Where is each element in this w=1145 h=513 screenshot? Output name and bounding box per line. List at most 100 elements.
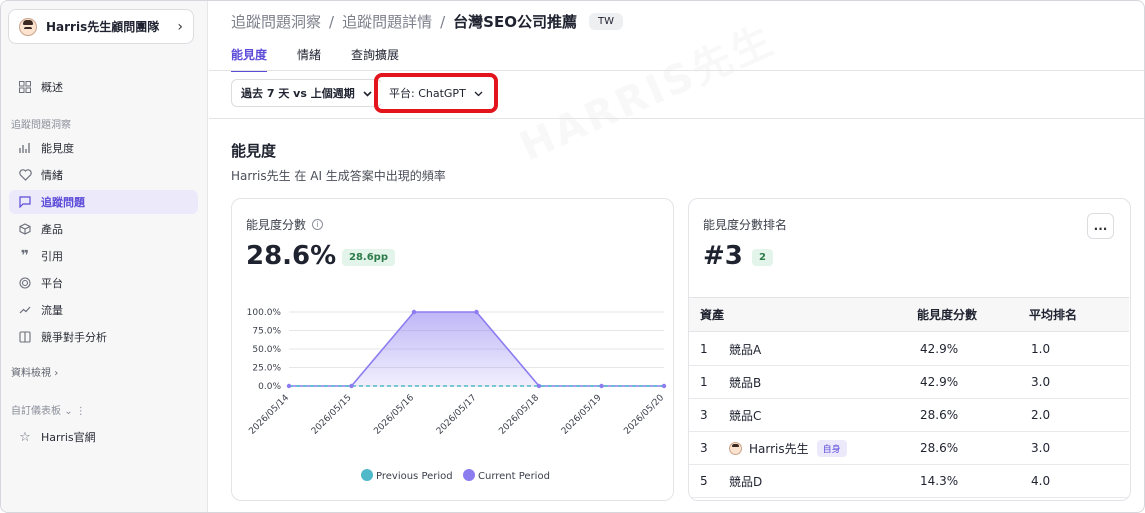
current-period-point: [599, 383, 604, 389]
tab-query-expansion[interactable]: 查詢擴展: [351, 46, 399, 72]
quote-icon: ❞: [20, 248, 30, 264]
chevron-right-icon: ›: [54, 368, 59, 379]
radar-icon: [18, 276, 32, 290]
data-view-label: 資料檢視: [11, 368, 51, 379]
row-asset-name: 競品D: [729, 474, 763, 489]
sidebar-item-label: 概述: [41, 81, 63, 94]
row-score: 28.6%: [920, 441, 959, 455]
breadcrumb: 追蹤問題洞察 / 追蹤問題詳情 / 台灣SEO公司推薦 TW: [231, 11, 623, 32]
custom-dashboard-label: 自訂儀表板: [11, 406, 61, 417]
sidebar-item-label: 競爭對手分析: [41, 331, 107, 344]
x-tick-label: 2026/05/14: [247, 393, 291, 437]
sidebar-item-label: 情緒: [41, 169, 63, 182]
section-label-tracking: 追蹤問題洞察: [11, 120, 71, 131]
rank-value: #3: [703, 241, 743, 271]
sidebar-item-products[interactable]: 產品: [9, 217, 198, 241]
column-header-asset: 資產: [700, 308, 725, 322]
row-score: 42.9%: [920, 375, 959, 389]
sidebar-item-overview[interactable]: 概述: [9, 75, 198, 99]
sidebar-item-label: 產品: [41, 223, 63, 236]
sidebar-item-bookmark[interactable]: ☆ Harris官網: [9, 425, 198, 449]
tab-sentiment[interactable]: 情緒: [297, 46, 321, 72]
table-row[interactable]: 3 競品C 28.6% 2.0: [689, 399, 1129, 432]
sidebar-item-label: 引用: [41, 250, 63, 263]
table-row[interactable]: 1 競品A 42.9% 1.0: [689, 333, 1129, 366]
y-tick-label: 100.0%: [247, 308, 282, 318]
sidebar-item-label: 平台: [41, 277, 63, 290]
chevron-down-icon: [363, 87, 372, 100]
current-period-point: [349, 383, 354, 389]
current-period-point: [474, 309, 479, 315]
custom-dashboard-header: 自訂儀表板 ⌄ ⋮: [11, 402, 86, 417]
region-tag: TW: [588, 13, 623, 30]
compare-icon: [18, 330, 32, 344]
x-tick-label: 2026/05/19: [560, 393, 604, 437]
y-tick-label: 25.0%: [252, 364, 281, 374]
sidebar-item-sentiment[interactable]: 情緒: [9, 163, 198, 187]
team-switcher[interactable]: Harris先生顧問團隊 ›: [8, 9, 194, 44]
column-header-avg-rank: 平均排名: [1029, 308, 1078, 322]
x-tick-label: 2026/05/20: [622, 393, 666, 437]
sidebar-item-citations[interactable]: ❞ 引用: [9, 244, 198, 268]
bar-chart-icon: [18, 141, 32, 155]
sidebar-item-competitors[interactable]: 競爭對手分析: [9, 325, 198, 349]
breadcrumb-separator: /: [329, 12, 335, 31]
row-asset-name: 競品B: [729, 375, 762, 390]
avatar: [19, 17, 37, 36]
legend-marker-current: [463, 469, 475, 481]
legend-label-current: Current Period: [478, 471, 550, 482]
y-tick-label: 75.0%: [252, 327, 281, 337]
star-icon: ☆: [19, 429, 31, 445]
section-title: 能見度: [231, 142, 277, 160]
period-select[interactable]: 過去 7 天 vs 上個週期: [231, 79, 382, 107]
sidebar-item-traffic[interactable]: 流量: [9, 298, 198, 322]
platform-highlight-box: [374, 73, 498, 113]
sidebar-item-label: 能見度: [41, 142, 74, 155]
chevron-down-icon[interactable]: ⌄: [64, 406, 72, 417]
breadcrumb-link[interactable]: 追蹤問題詳情: [342, 11, 432, 32]
row-score: 28.6%: [920, 408, 959, 422]
row-avg-rank: 2.0: [1031, 408, 1051, 422]
table-row[interactable]: 1 競品B 42.9% 3.0: [689, 366, 1129, 399]
x-tick-label: 2026/05/15: [310, 393, 354, 437]
visibility-chart: 100.0% 75.0% 50.0% 25.0% 0.0%2026/05/14 2026/…: [247, 308, 667, 482]
legend-marker-previous: [361, 469, 373, 481]
row-asset-name: Harris先生: [749, 441, 809, 456]
avatar: [729, 441, 742, 455]
y-tick-label: 0.0%: [258, 382, 281, 392]
more-vertical-icon[interactable]: ⋮: [76, 406, 86, 417]
row-avg-rank: 4.0: [1031, 474, 1051, 488]
row-rank: 3: [700, 441, 708, 455]
sidebar-item-label: Harris官網: [41, 431, 96, 444]
legend-label-previous: Previous Period: [376, 471, 453, 482]
row-rank: 1: [700, 375, 708, 389]
self-badge: 自身: [816, 439, 847, 457]
page-title: 台灣SEO公司推薦: [453, 13, 577, 31]
filter-bar: 過去 7 天 vs 上個週期 平台: ChatGPT: [209, 71, 1144, 119]
breadcrumb-separator: /: [440, 12, 446, 31]
table-header: 資產 能見度分數 平均排名: [689, 297, 1129, 332]
table-row[interactable]: 5 競品D 14.3% 4.0: [689, 465, 1129, 498]
app-window: Harris先生顧問團隊 › 概述 追蹤問題洞察 能見度 情緒 追蹤問題 產品 …: [0, 0, 1145, 513]
table-row[interactable]: 3 Harris先生 自身 28.6% 3.0: [689, 432, 1129, 465]
sidebar-item-visibility[interactable]: 能見度: [9, 136, 198, 160]
data-view-link[interactable]: 資料檢視 ›: [11, 364, 58, 379]
sidebar-item-label: 追蹤問題: [41, 196, 85, 209]
more-options-button[interactable]: ...: [1087, 213, 1114, 239]
row-asset-name: 競品C: [729, 408, 762, 423]
sidebar-item-platforms[interactable]: 平台: [9, 271, 198, 295]
tab-visibility[interactable]: 能見度: [231, 46, 268, 72]
breadcrumb-link[interactable]: 追蹤問題洞察: [231, 11, 321, 32]
row-score: 14.3%: [920, 474, 959, 488]
visibility-rank-card: 能見度分數排名 ... #3 2 資產 能見度分數 平均排名 1 競品A 42.…: [688, 198, 1131, 501]
current-period-point: [661, 383, 667, 389]
sidebar-item-tracked-questions[interactable]: 追蹤問題: [9, 190, 198, 214]
current-period-point: [411, 309, 417, 315]
rank-card-label: 能見度分數排名: [703, 218, 788, 232]
row-asset-cell: Harris先生 自身: [729, 432, 847, 464]
team-name: Harris先生顧問團隊: [46, 20, 160, 34]
x-tick-label: 2026/05/17: [435, 393, 479, 437]
row-avg-rank: 3.0: [1031, 375, 1051, 389]
chat-bubble-icon: [18, 195, 32, 209]
sidebar: Harris先生顧問團隊 › 概述 追蹤問題洞察 能見度 情緒 追蹤問題 產品 …: [1, 1, 208, 512]
